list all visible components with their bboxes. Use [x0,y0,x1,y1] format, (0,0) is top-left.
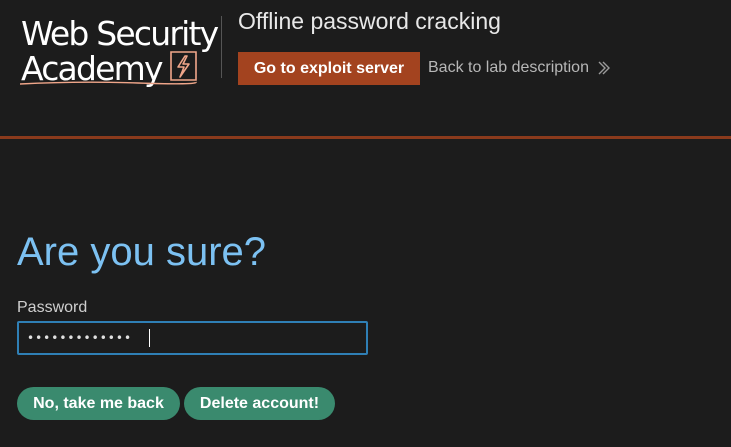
lab-header: Web Security Academy Offline password cr… [0,0,731,138]
password-label: Password [17,299,88,316]
back-to-lab-description-link[interactable]: Back to lab description [428,59,589,77]
logo-text-line1: Web Security [21,14,219,53]
header-divider [221,16,222,78]
lab-title: Offline password cracking [238,8,501,34]
web-security-academy-logo[interactable]: Web Security Academy [18,14,223,90]
logo-underline [19,81,197,85]
text-caret [149,329,150,347]
password-input[interactable] [17,321,368,355]
page-heading: Are you sure? [17,230,267,274]
go-to-exploit-server-button[interactable]: Go to exploit server [238,52,420,85]
lightning-bolt-icon [170,51,197,81]
no-take-me-back-button[interactable]: No, take me back [17,387,180,420]
double-chevron-right-icon[interactable] [597,61,611,75]
header-rule [0,136,731,139]
delete-account-button[interactable]: Delete account! [184,387,335,420]
